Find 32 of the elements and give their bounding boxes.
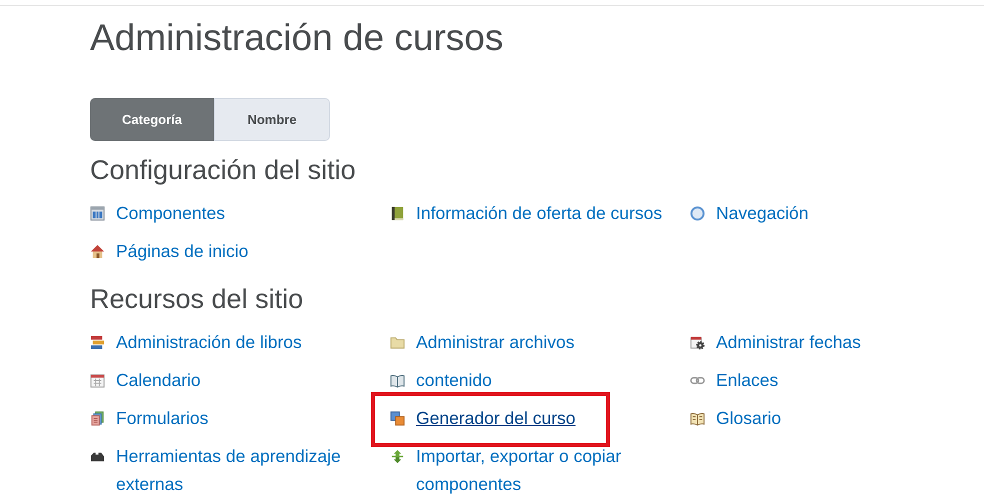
open-book-icon [390, 373, 405, 388]
link[interactable]: Formularios [116, 404, 208, 432]
books-icon [90, 335, 105, 350]
link[interactable]: Información de oferta de cursos [416, 199, 662, 227]
open-book-icon [690, 411, 705, 426]
link[interactable]: Herramientas de aprendizaje externas [116, 442, 390, 496]
calendar-icon [90, 373, 105, 388]
link[interactable]: Navegación [716, 199, 808, 227]
link[interactable]: Páginas de inicio [116, 237, 248, 265]
folder-icon [390, 335, 405, 350]
calendar-gear-icon [690, 335, 705, 350]
section-heading: Recursos del sitio [90, 283, 304, 316]
view-toggle-tab[interactable]: Categoría [90, 98, 214, 141]
link[interactable]: Calendario [116, 366, 201, 394]
layout-icon [90, 206, 105, 221]
view-toggle-tab[interactable]: Nombre [214, 98, 330, 141]
link[interactable]: Componentes [116, 199, 225, 227]
link[interactable]: Administrar archivos [416, 328, 575, 356]
house-icon [90, 244, 105, 259]
page-title: Administración de cursos [90, 16, 504, 60]
link[interactable]: Administración de libros [116, 328, 302, 356]
section-heading: Configuración del sitio [90, 154, 357, 187]
book-icon [390, 206, 405, 221]
cubes-icon [390, 411, 405, 426]
link[interactable]: contenido [416, 366, 492, 394]
link[interactable]: Glosario [716, 404, 782, 432]
link[interactable]: Administrar fechas [716, 328, 861, 356]
link[interactable]: Enlaces [716, 366, 778, 394]
link[interactable]: Generador del curso [416, 404, 576, 432]
up-down-arrows-icon [390, 449, 405, 464]
link[interactable]: Importar, exportar o copiar componentes [416, 442, 690, 496]
forms-icon [90, 411, 105, 426]
